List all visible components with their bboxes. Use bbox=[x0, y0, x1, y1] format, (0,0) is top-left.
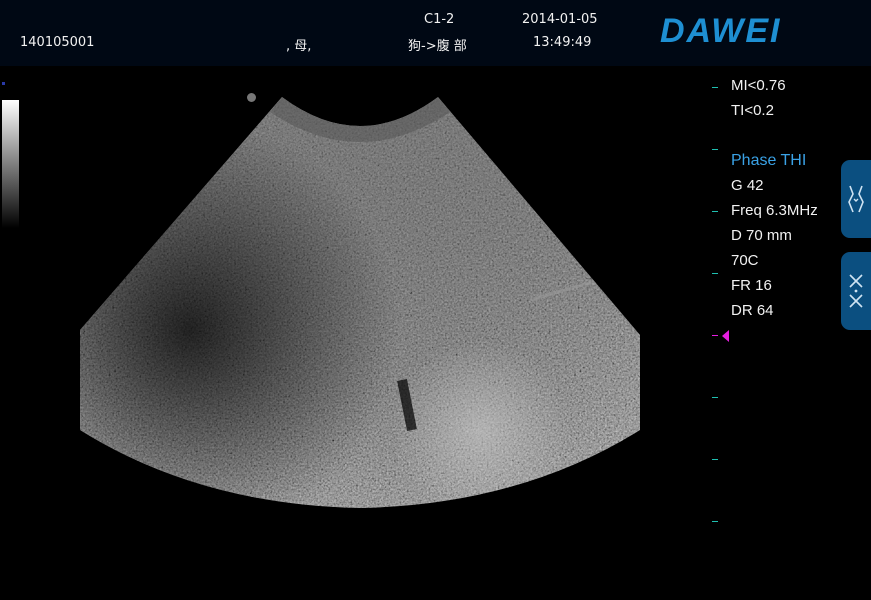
depth-tick bbox=[712, 211, 718, 212]
depth-tick bbox=[712, 459, 718, 460]
depth-tick bbox=[712, 149, 718, 150]
preset-value: 70C bbox=[731, 252, 759, 269]
collapse-panel-button[interactable] bbox=[841, 252, 871, 330]
grayscale-bar bbox=[2, 100, 19, 228]
orientation-dot bbox=[247, 93, 256, 102]
mechanical-index: MI<0.76 bbox=[731, 77, 786, 94]
frequency-value: Freq 6.3MHz bbox=[731, 202, 818, 219]
collapse-arrows-icon bbox=[849, 274, 863, 308]
focus-marker-icon[interactable] bbox=[722, 330, 729, 342]
frame-rate-value: FR 16 bbox=[731, 277, 772, 294]
dynamic-range-value: DR 64 bbox=[731, 302, 774, 319]
depth-tick bbox=[712, 521, 718, 522]
sector-scan bbox=[80, 97, 640, 508]
depth-tick bbox=[712, 273, 718, 274]
body-marker-icon bbox=[848, 185, 864, 213]
depth-value: D 70 mm bbox=[731, 227, 792, 244]
gain-value: G 42 bbox=[731, 177, 764, 194]
focus-tick bbox=[712, 335, 718, 336]
orientation-mark bbox=[2, 82, 5, 85]
thermal-index: TI<0.2 bbox=[731, 102, 774, 119]
body-marker-button[interactable] bbox=[841, 160, 871, 238]
depth-tick bbox=[712, 397, 718, 398]
imaging-mode: Phase THI bbox=[731, 152, 807, 169]
depth-tick bbox=[712, 87, 718, 88]
